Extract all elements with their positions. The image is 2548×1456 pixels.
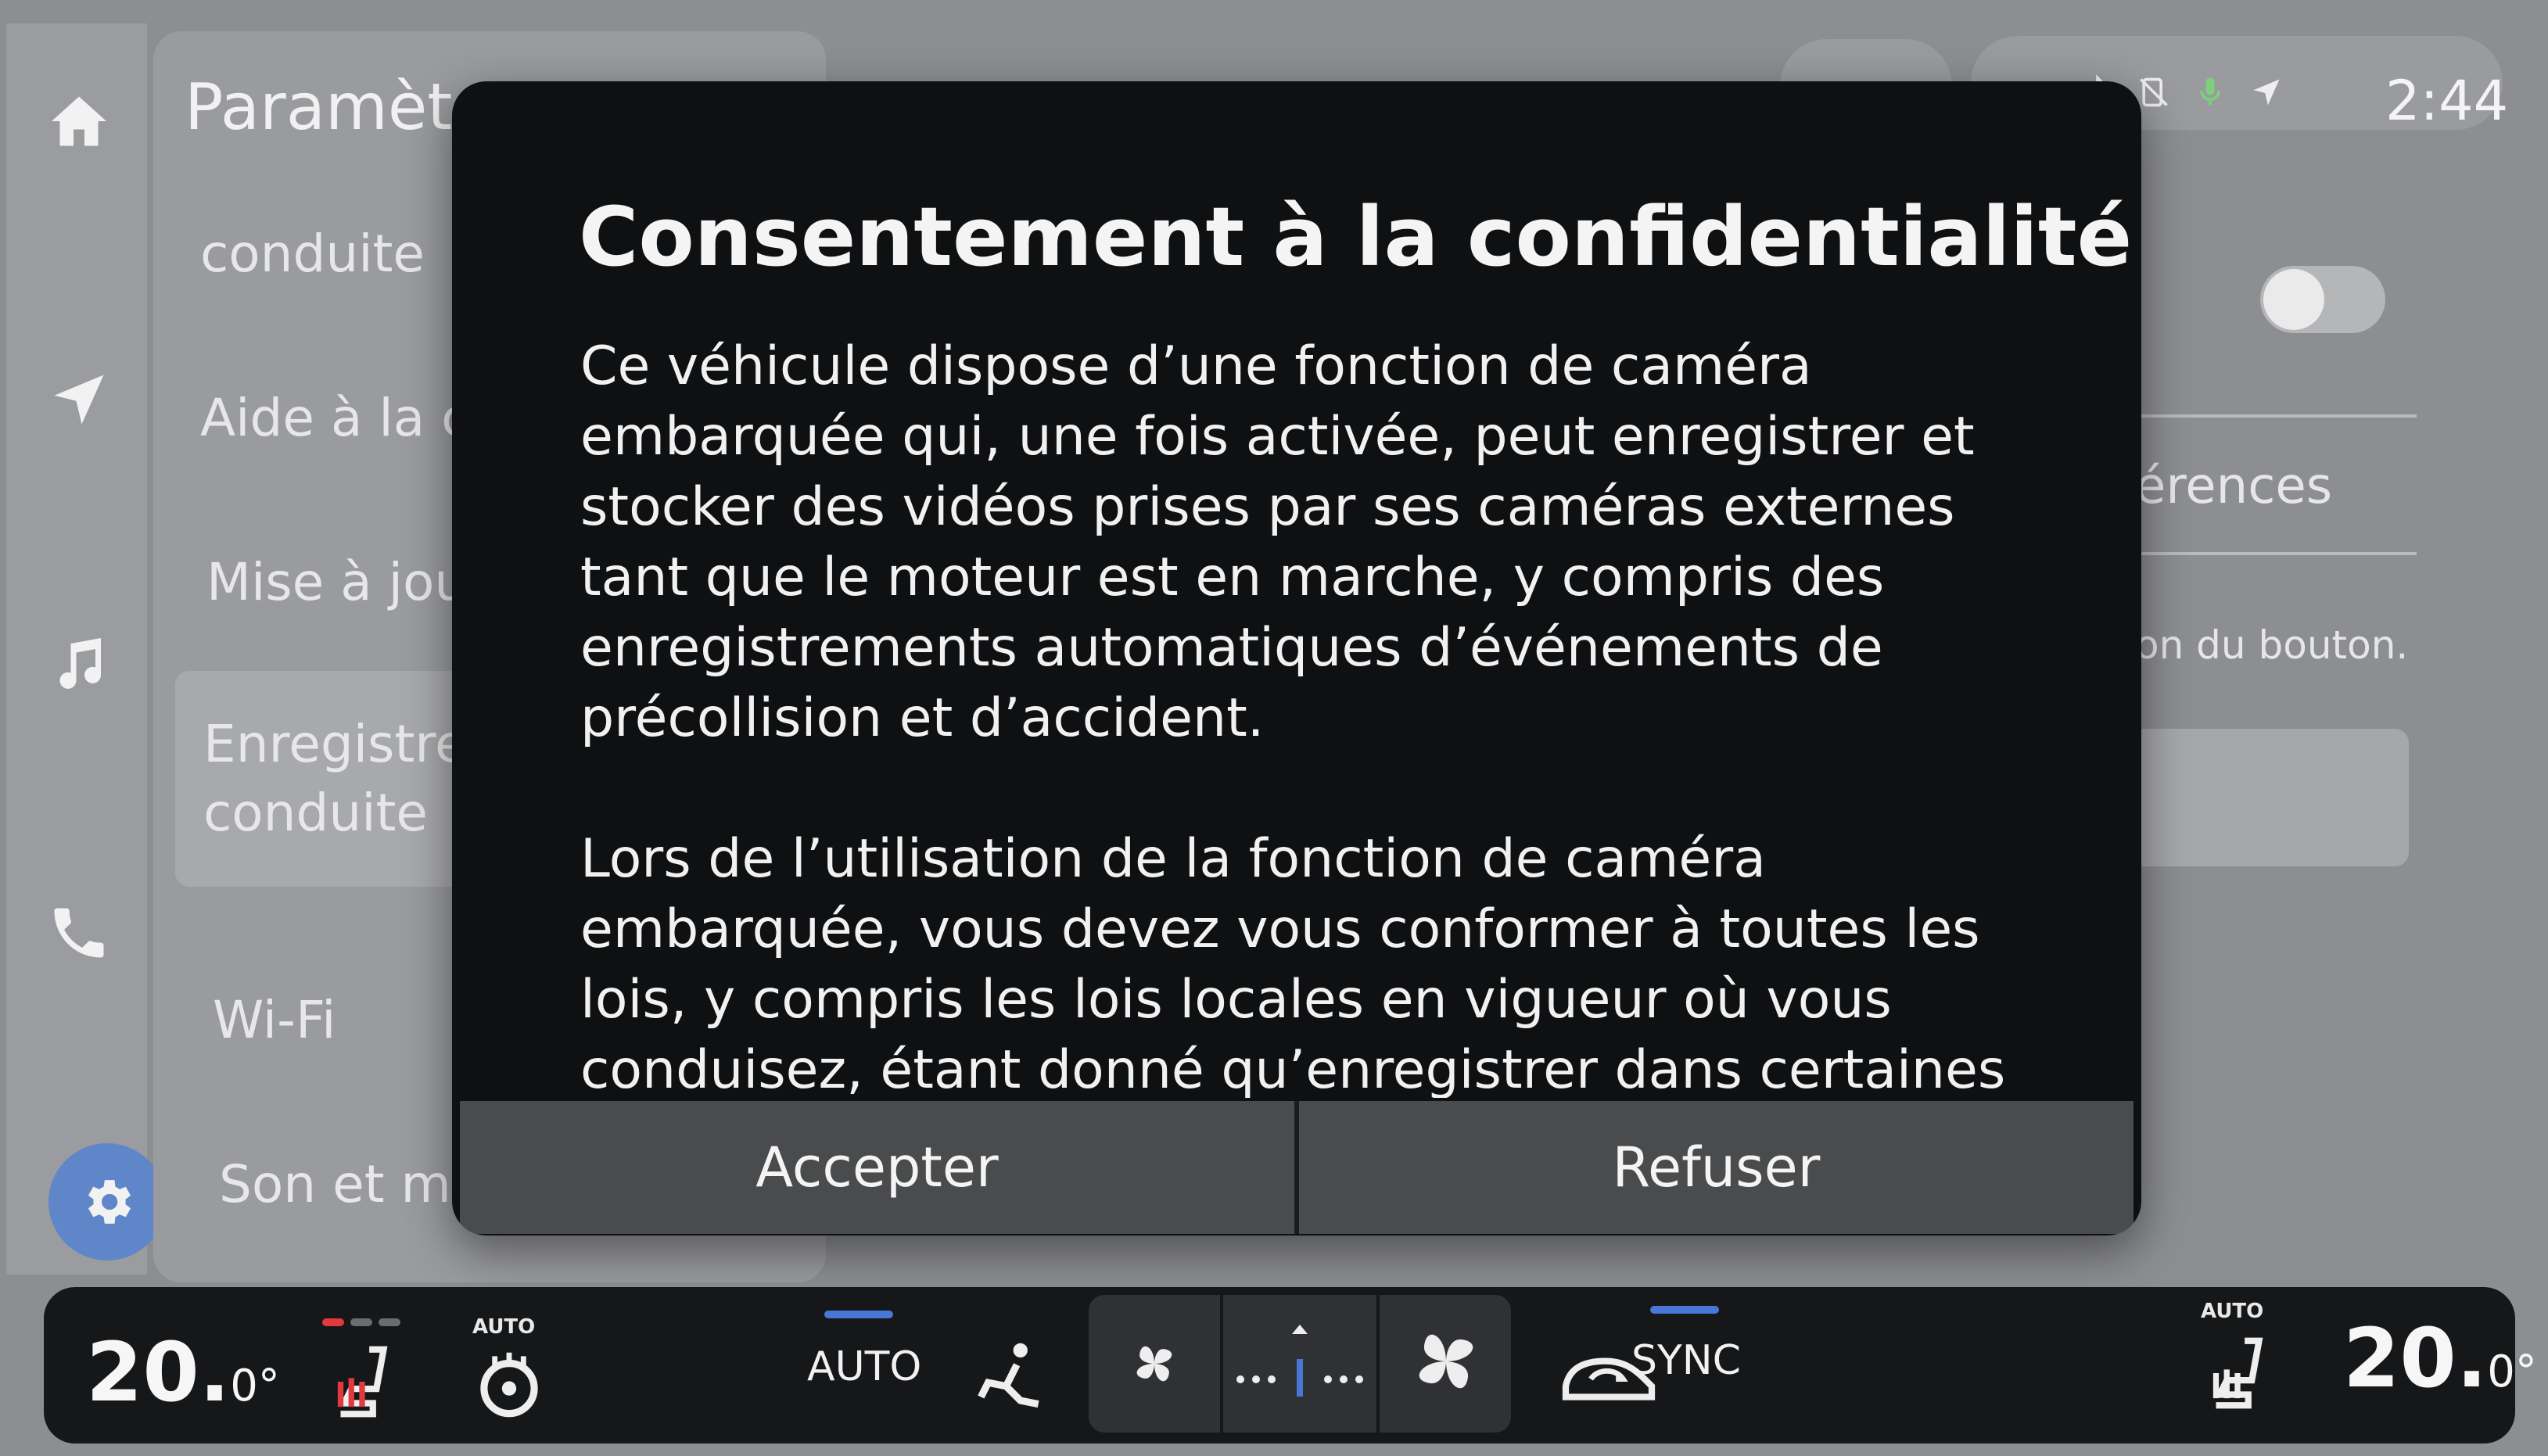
settings-title: Paramèt bbox=[185, 70, 453, 145]
steering-heat-auto-label: AUTO bbox=[472, 1315, 536, 1339]
auto-button[interactable]: AUTO bbox=[807, 1343, 921, 1390]
fan-large-icon bbox=[1403, 1318, 1489, 1404]
auto-active-indicator bbox=[824, 1311, 893, 1318]
microphone-icon bbox=[2200, 77, 2220, 106]
dialog-buttons: Accepter Refuser bbox=[460, 1101, 2134, 1234]
toggle-knob bbox=[2263, 269, 2324, 330]
seat-heater-icon[interactable] bbox=[319, 1339, 405, 1425]
infotainment-screen: Paramèt conduite Aide à la c Mise à jou … bbox=[0, 0, 2548, 1456]
no-signal-icon bbox=[2140, 77, 2168, 107]
driver-temp-decimal: 0° bbox=[230, 1361, 280, 1411]
climate-bar: 20.0° AUTO AUTO SYNC AUTO 20.0° bbox=[44, 1287, 2537, 1443]
home-icon[interactable] bbox=[36, 78, 122, 164]
fan-increase-button[interactable] bbox=[1380, 1295, 1511, 1433]
fan-speed-slider[interactable] bbox=[1223, 1295, 1376, 1433]
refuse-button[interactable]: Refuser bbox=[1294, 1101, 2134, 1234]
driver-temperature[interactable]: 20.0° bbox=[86, 1325, 280, 1420]
settings-item-driving-assist[interactable]: Aide à la c bbox=[200, 383, 469, 454]
airflow-mode-icon[interactable] bbox=[967, 1332, 1053, 1418]
heat-level-indicator bbox=[322, 1318, 344, 1326]
music-icon[interactable] bbox=[36, 622, 122, 708]
fan-decrease-button[interactable] bbox=[1089, 1295, 1220, 1433]
passenger-temp-value: 20. bbox=[2343, 1311, 2488, 1406]
settings-item-driving[interactable]: conduite bbox=[200, 219, 425, 289]
sync-active-indicator bbox=[1650, 1306, 1719, 1314]
passenger-temperature[interactable]: 20.0° bbox=[2343, 1311, 2537, 1406]
location-icon bbox=[2253, 79, 2280, 106]
heat-level-indicator bbox=[379, 1318, 400, 1326]
heat-level-indicator bbox=[350, 1318, 372, 1326]
fan-speed-dots bbox=[1236, 1325, 1363, 1397]
dialog-body[interactable]: Ce véhicule dispose d’une fonction de ca… bbox=[580, 332, 2066, 1098]
settings-item-update[interactable]: Mise à jou bbox=[206, 547, 467, 618]
settings-item-wifi[interactable]: Wi-Fi bbox=[213, 985, 336, 1056]
navigation-icon[interactable] bbox=[36, 357, 122, 443]
divider bbox=[2135, 552, 2417, 555]
steering-wheel-heater-icon[interactable] bbox=[466, 1342, 552, 1428]
driver-temp-value: 20. bbox=[86, 1325, 231, 1420]
clock: 2:44 bbox=[2385, 69, 2509, 133]
right-panel-button[interactable] bbox=[2127, 729, 2409, 866]
phone-icon[interactable] bbox=[36, 890, 122, 976]
divider bbox=[2135, 414, 2417, 418]
button-hint-text: on du bouton. bbox=[2135, 622, 2409, 668]
settings-item-sound[interactable]: Son et mé bbox=[219, 1149, 483, 1220]
dialog-paragraph: Ce véhicule dispose d’une fonction de ca… bbox=[580, 335, 1975, 749]
passenger-seat-heater-icon[interactable] bbox=[2195, 1326, 2281, 1420]
dialog-title: Consentement à la confidentialité bbox=[579, 189, 2133, 285]
settings-icon[interactable] bbox=[48, 1143, 166, 1261]
preferences-label[interactable]: érences bbox=[2135, 457, 2526, 515]
sync-button[interactable]: SYNC bbox=[1631, 1337, 1741, 1384]
dialog-paragraph: Lors de l’utilisation de la fonction de … bbox=[580, 828, 2006, 1098]
fan-small-icon bbox=[1120, 1329, 1189, 1398]
passenger-seat-auto-label: AUTO bbox=[2201, 1300, 2264, 1323]
feature-toggle[interactable] bbox=[2260, 266, 2385, 333]
accept-button[interactable]: Accepter bbox=[460, 1101, 1294, 1234]
privacy-consent-dialog: Consentement à la confidentialité Ce véh… bbox=[452, 81, 2141, 1235]
passenger-temp-decimal: 0° bbox=[2487, 1347, 2537, 1397]
